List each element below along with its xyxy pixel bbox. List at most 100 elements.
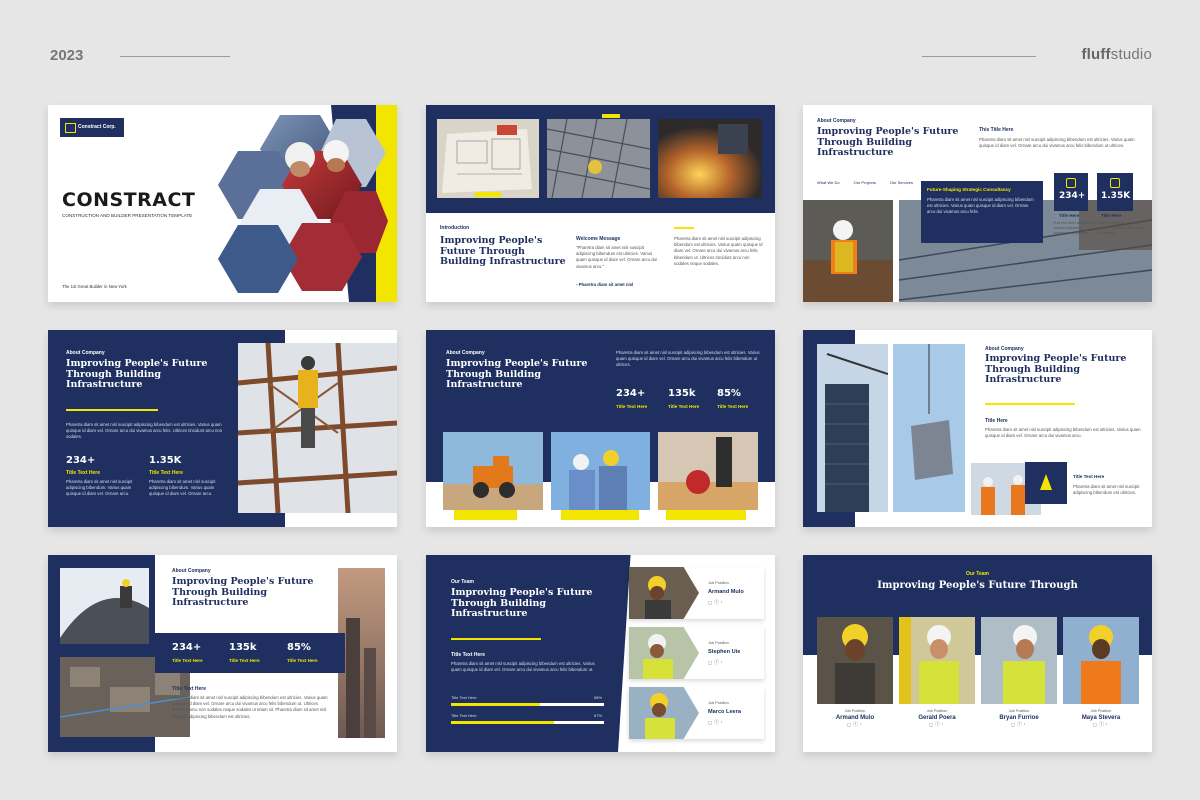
section-label: About Company (817, 118, 856, 124)
welcome-heading: Welcome Message (576, 236, 621, 242)
social-facebook-icon[interactable]: ⓕ (853, 722, 860, 728)
tower-crane-photo (817, 344, 888, 512)
slide-about-company-4[interactable]: About Company Improving People's Future … (803, 330, 1152, 527)
gear-icon (1110, 178, 1120, 188)
cover-footer: The 1st Great Builder in New York (62, 284, 127, 289)
welding-sparks-photo (658, 119, 762, 198)
section-label: About Company (985, 346, 1024, 352)
team-card-2[interactable]: Job Position Stephen Uie ◻ⓕᵗ (629, 627, 764, 679)
tab-our-projects[interactable]: Our Projects (854, 180, 876, 185)
tab-what-we-do[interactable]: What We Do (817, 180, 840, 185)
team-card-3[interactable]: Job Position Marco Leera ◻ⓕᵗ (629, 687, 764, 739)
tab-row: What We Do Our Projects Our Services (817, 180, 913, 185)
title-here: This Title Here (979, 127, 1014, 133)
section-label: Introduction (440, 225, 470, 231)
slide-about-company-1[interactable]: About Company Improving People's Future … (803, 105, 1152, 302)
body-text: Pharetra diam sit amet nisl suscipit adi… (451, 661, 595, 673)
job-position: Job Position (708, 581, 729, 585)
progress-value-2: 67% (594, 713, 603, 718)
stats-band: 234+ 135k 85% Title Text Here Title Text… (155, 633, 345, 673)
rebar-photo (547, 119, 650, 198)
job-position: Job Position (708, 641, 729, 645)
text-body: Pharetra diam sit amet nisl suscipit adi… (1073, 484, 1140, 496)
stat-value-2: 135k (229, 642, 257, 653)
stat-value-1: 234+ (66, 455, 96, 466)
social-icons: ◻ⓕᵗ (708, 719, 724, 726)
member-photo (899, 617, 975, 704)
team-member-1[interactable]: Job Position Armand Mulo ◻ⓕᵗ (817, 617, 893, 728)
yellow-rule (674, 227, 694, 229)
social-icons: ◻ⓕᵗ (1063, 721, 1139, 728)
slide-title: Improving People's Future Through Buildi… (985, 353, 1127, 386)
social-facebook-icon[interactable]: ⓕ (935, 722, 942, 728)
slide-about-company-5[interactable]: About Company Improving People's Future … (48, 555, 397, 752)
stat-label-2: Title Text Here (149, 470, 183, 476)
header-divider-left (120, 56, 230, 57)
stat-box-2: 1.35K (1097, 173, 1133, 211)
slide-introduction[interactable]: Introduction Improving People's Future T… (426, 105, 775, 302)
social-icons: ◻ⓕᵗ (708, 599, 724, 606)
member-name: Marco Leera (708, 709, 741, 715)
section-label: About Company (66, 350, 105, 356)
text-title: Title Text Here (451, 652, 485, 658)
stat-label-2: Title Text Here (668, 404, 700, 409)
slide-our-team-1[interactable]: Our Team Improving People's Future Throu… (426, 555, 775, 752)
steel-frame-worker-photo (238, 343, 397, 513)
stat-body-1: Pharetra diam sit amet nisl suscipit adi… (1053, 221, 1096, 236)
slide-title: Improving People's Future Through Buildi… (446, 358, 588, 391)
body-text: Pharetra diam sit amet nisl suscipit adi… (172, 695, 328, 719)
social-facebook-icon[interactable]: ⓕ (1099, 722, 1106, 728)
member-photo (981, 617, 1057, 704)
stat-value-2: 1.35K (149, 455, 182, 466)
social-twitter-icon[interactable]: ᵗ (860, 722, 863, 728)
social-twitter-icon[interactable]: ᵗ (1106, 722, 1109, 728)
body-text: Pharetra diam sit amet nisl suscipit adi… (616, 350, 760, 368)
section-label: Our Team (451, 579, 474, 585)
progress-value-1: 58% (594, 695, 603, 700)
social-twitter-icon[interactable]: ᵗ (721, 660, 724, 666)
member-photo (629, 687, 699, 739)
member-name: Armand Mulo (708, 589, 744, 595)
slide-about-company-2[interactable]: About Company Improving People's Future … (48, 330, 397, 527)
slide-title: Improving People's Future Through Buildi… (817, 126, 959, 159)
social-twitter-icon[interactable]: ᵗ (942, 722, 945, 728)
cover-subtitle: CONSTRUCTION AND BUILDER PRESENTATION TE… (62, 213, 193, 218)
stat-value-1: 234+ (616, 388, 646, 399)
member-photo (817, 617, 893, 704)
team-card-1[interactable]: Job Position Armand Mulo ◻ⓕᵗ (629, 567, 764, 619)
social-facebook-icon[interactable]: ⓕ (1017, 722, 1024, 728)
skyline-photo (338, 568, 385, 738)
slide-title: Improving People's Future Through Buildi… (451, 587, 593, 620)
social-icons: ◻ⓕᵗ (899, 721, 975, 728)
social-twitter-icon[interactable]: ᵗ (721, 600, 724, 606)
slide-title: Improving People's Future Through Buildi… (440, 235, 566, 268)
team-member-3[interactable]: Job Position Bryan Furrioe ◻ⓕᵗ (981, 617, 1057, 728)
tab-our-services[interactable]: Our Services (890, 180, 913, 185)
yellow-rule (451, 638, 541, 640)
stat-label-1: Title Text Here (172, 658, 203, 663)
social-twitter-icon[interactable]: ᵗ (721, 720, 724, 726)
worker-photo (803, 200, 893, 302)
section-label: About Company (446, 350, 485, 356)
yellow-bar-2 (561, 510, 639, 520)
team-member-4[interactable]: Job Position Maya Stevera ◻ⓕᵗ (1063, 617, 1139, 728)
social-icons: ◻ⓕᵗ (708, 659, 724, 666)
slide-cover[interactable]: Constract Corp. CONSTRACT CONSTRUCTION A… (48, 105, 397, 302)
stat-label-3: Title Text Here (717, 404, 749, 409)
slide-our-team-2[interactable]: Our Team Improving People's Future Throu… (803, 555, 1152, 752)
slide-title: Improving People's Future Through Buildi… (66, 358, 208, 391)
header-divider-right (922, 56, 1036, 57)
welcome-quote: "Pharetra diam sit amet nisl suscipit ad… (576, 245, 657, 269)
slide-about-company-3[interactable]: About Company Improving People's Future … (426, 330, 775, 527)
social-icons: ◻ⓕᵗ (981, 721, 1057, 728)
member-photo (1063, 617, 1139, 704)
social-twitter-icon[interactable]: ᵗ (1024, 722, 1027, 728)
team-member-2[interactable]: Job Position Gerald Poera ◻ⓕᵗ (899, 617, 975, 728)
blueprint-photo (437, 119, 539, 198)
body-text: Pharetra diam sit amet nisl suscipit adi… (66, 422, 223, 440)
progress-label-2: Title Text Here (451, 713, 477, 718)
stat-label-1: Title Text Here (66, 470, 100, 476)
stat-label-2: Title Text Here (229, 658, 260, 663)
member-photo (629, 627, 699, 679)
consultancy-box: Future-Shaping Strategic Consultancy Pha… (921, 181, 1043, 243)
